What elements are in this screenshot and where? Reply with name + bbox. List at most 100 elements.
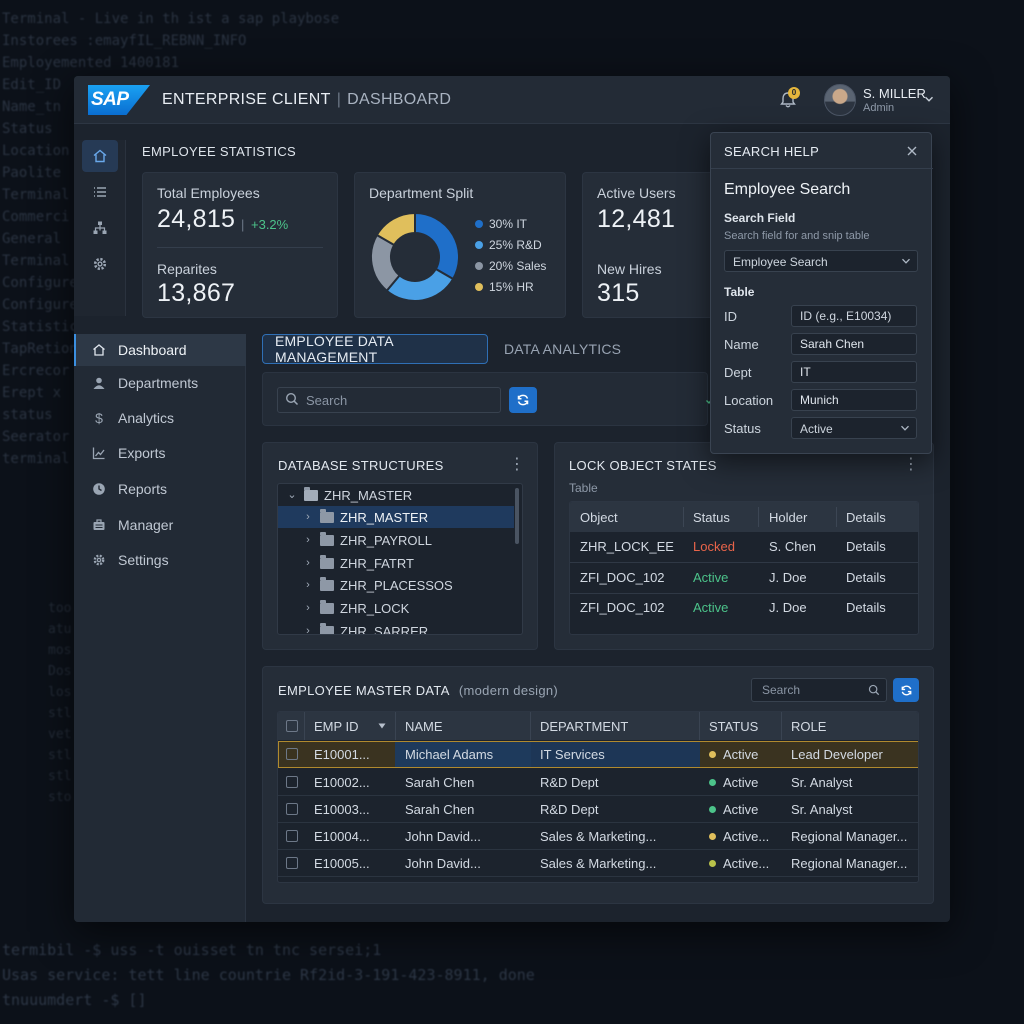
chevron-down-icon — [901, 425, 909, 431]
department-cell: IT Services — [540, 747, 605, 762]
legend-dot-icon — [475, 262, 483, 270]
icon-rail — [74, 140, 126, 316]
search-field-select[interactable]: Employee Search — [724, 250, 918, 272]
rail-list-button[interactable] — [82, 176, 118, 208]
nav-item-exports[interactable]: Exports — [74, 437, 246, 469]
tree-item-label: ZHR_SARRER — [340, 623, 429, 635]
column-header-role[interactable]: ROLE — [791, 719, 826, 734]
active-users-value: 12,481 — [597, 205, 676, 233]
chevron-right-icon[interactable]: › — [302, 602, 314, 614]
lock-details-link[interactable]: Details — [846, 600, 886, 615]
table-row[interactable]: E10003... Sarah Chen R&D Dept Active Sr.… — [278, 796, 918, 823]
nav-item-dashboard[interactable]: Dashboard — [74, 334, 246, 366]
column-header[interactable]: Object — [580, 510, 618, 525]
column-header-name[interactable]: NAME — [405, 719, 443, 734]
database-structures-title: DATABASE STRUCTURES — [278, 458, 444, 473]
row-checkbox[interactable] — [286, 748, 298, 760]
sort-down-icon[interactable] — [378, 723, 386, 729]
nav-item-reports[interactable]: Reports — [74, 473, 246, 505]
table-row[interactable]: E10005... John David... Sales & Marketin… — [278, 850, 918, 877]
master-search-input[interactable] — [751, 678, 887, 702]
status-cell: Active... — [709, 856, 769, 871]
tree-scrollbar[interactable] — [515, 488, 519, 544]
name-input[interactable] — [791, 333, 917, 355]
lock-object-cell: ZFI_DOC_102 — [580, 600, 665, 615]
folder-icon — [320, 554, 334, 569]
tree-item[interactable]: › ZHR_SARRER — [278, 620, 514, 635]
status-select[interactable]: Active — [791, 417, 917, 439]
master-data-subtitle: (modern design) — [458, 683, 559, 698]
rail-home-button[interactable] — [82, 140, 118, 172]
column-header-emp-id[interactable]: EMP ID — [314, 719, 359, 734]
column-header-department[interactable]: DEPARTMENT — [540, 719, 628, 734]
tree-item[interactable]: › ZHR_MASTER — [278, 506, 514, 528]
location-input[interactable] — [791, 389, 917, 411]
id-input[interactable] — [791, 305, 917, 327]
folder-open-icon — [304, 486, 318, 501]
column-header[interactable]: Details — [846, 510, 886, 525]
gear-icon — [93, 257, 107, 271]
lock-details-link[interactable]: Details — [846, 539, 886, 554]
lock-object-cell: ZHR_LOCK_EE — [580, 539, 674, 554]
row-checkbox[interactable] — [286, 830, 298, 842]
sap-logo[interactable]: SAP — [88, 85, 150, 115]
row-checkbox[interactable] — [286, 776, 298, 788]
table-row[interactable]: E10002... Sarah Chen R&D Dept Active Sr.… — [278, 769, 918, 796]
status-text: Active — [723, 747, 759, 762]
tree-item[interactable]: › ZHR_FATRT — [278, 552, 514, 574]
tab-employee-data-management[interactable]: EMPLOYEE DATA MANAGEMENT — [262, 333, 488, 365]
tab-data-analytics[interactable]: DATA ANALYTICS — [492, 334, 633, 364]
title-separator: | — [336, 91, 342, 108]
search-help-heading: Employee Search — [724, 181, 851, 198]
search-input[interactable] — [277, 387, 501, 413]
rail-hierarchy-button[interactable] — [82, 212, 118, 244]
row-checkbox[interactable] — [286, 803, 298, 815]
role-cell: Sr. Analyst — [791, 775, 853, 790]
department-cell: R&D Dept — [540, 802, 599, 817]
nav-item-manager[interactable]: Manager — [74, 509, 246, 541]
tree-item[interactable]: › ZHR_LOCK — [278, 597, 514, 619]
nav-item-settings[interactable]: Settings — [74, 544, 246, 576]
table-row[interactable]: E10004... John David... Sales & Marketin… — [278, 823, 918, 850]
column-header-status[interactable]: STATUS — [709, 719, 758, 734]
db-tree: ⌄ ZHR_MASTER › ZHR_MASTER › ZHR_PAYROLL … — [277, 483, 523, 635]
avatar[interactable] — [824, 84, 856, 116]
total-employees-value: 24,815 — [157, 205, 236, 233]
row-divider — [570, 593, 918, 594]
status-field-label: Status — [724, 421, 761, 436]
refresh-button[interactable] — [509, 387, 537, 413]
tree-root[interactable]: ⌄ ZHR_MASTER — [278, 484, 514, 506]
tree-item[interactable]: › ZHR_PAYROLL — [278, 529, 514, 551]
user-name[interactable]: S. MILLER — [863, 86, 926, 101]
nav-item-label: Exports — [118, 445, 166, 461]
lock-details-link[interactable]: Details — [846, 570, 886, 585]
chevron-right-icon[interactable]: › — [302, 534, 314, 546]
lock-holder-cell: J. Doe — [769, 570, 807, 585]
chevron-right-icon[interactable]: › — [302, 625, 314, 634]
column-header[interactable]: Status — [693, 510, 730, 525]
table-row[interactable]: E10001... Michael Adams IT Services Acti… — [278, 741, 918, 768]
more-vertical-icon[interactable]: ⋮ — [509, 457, 525, 473]
app-title: ENTERPRISE CLIENT | DASHBOARD — [162, 91, 451, 109]
more-vertical-icon[interactable]: ⋮ — [903, 457, 919, 473]
status-cell: Active — [709, 775, 758, 790]
clock-icon — [93, 483, 105, 495]
nav-item-analytics[interactable]: $ Analytics — [74, 402, 246, 434]
chevron-down-icon[interactable] — [924, 94, 934, 104]
rail-settings-button[interactable] — [82, 248, 118, 280]
terminal-background-middle: too atu mos Dos los stl vet stl stl sto — [48, 601, 72, 805]
nav-item-departments[interactable]: Departments — [74, 367, 246, 399]
folder-icon — [320, 622, 334, 634]
row-checkbox[interactable] — [286, 857, 298, 869]
row-divider — [570, 562, 918, 563]
close-icon[interactable] — [905, 144, 919, 158]
chevron-right-icon[interactable]: › — [302, 511, 314, 523]
tree-item[interactable]: › ZHR_PLACESSOS — [278, 574, 514, 596]
chevron-right-icon[interactable]: › — [302, 579, 314, 591]
chevron-right-icon[interactable]: › — [302, 557, 314, 569]
dept-input[interactable] — [791, 361, 917, 383]
chevron-down-icon[interactable]: ⌄ — [286, 489, 298, 501]
master-refresh-button[interactable] — [893, 678, 919, 702]
select-all-checkbox[interactable] — [286, 720, 298, 732]
column-header[interactable]: Holder — [769, 510, 807, 525]
